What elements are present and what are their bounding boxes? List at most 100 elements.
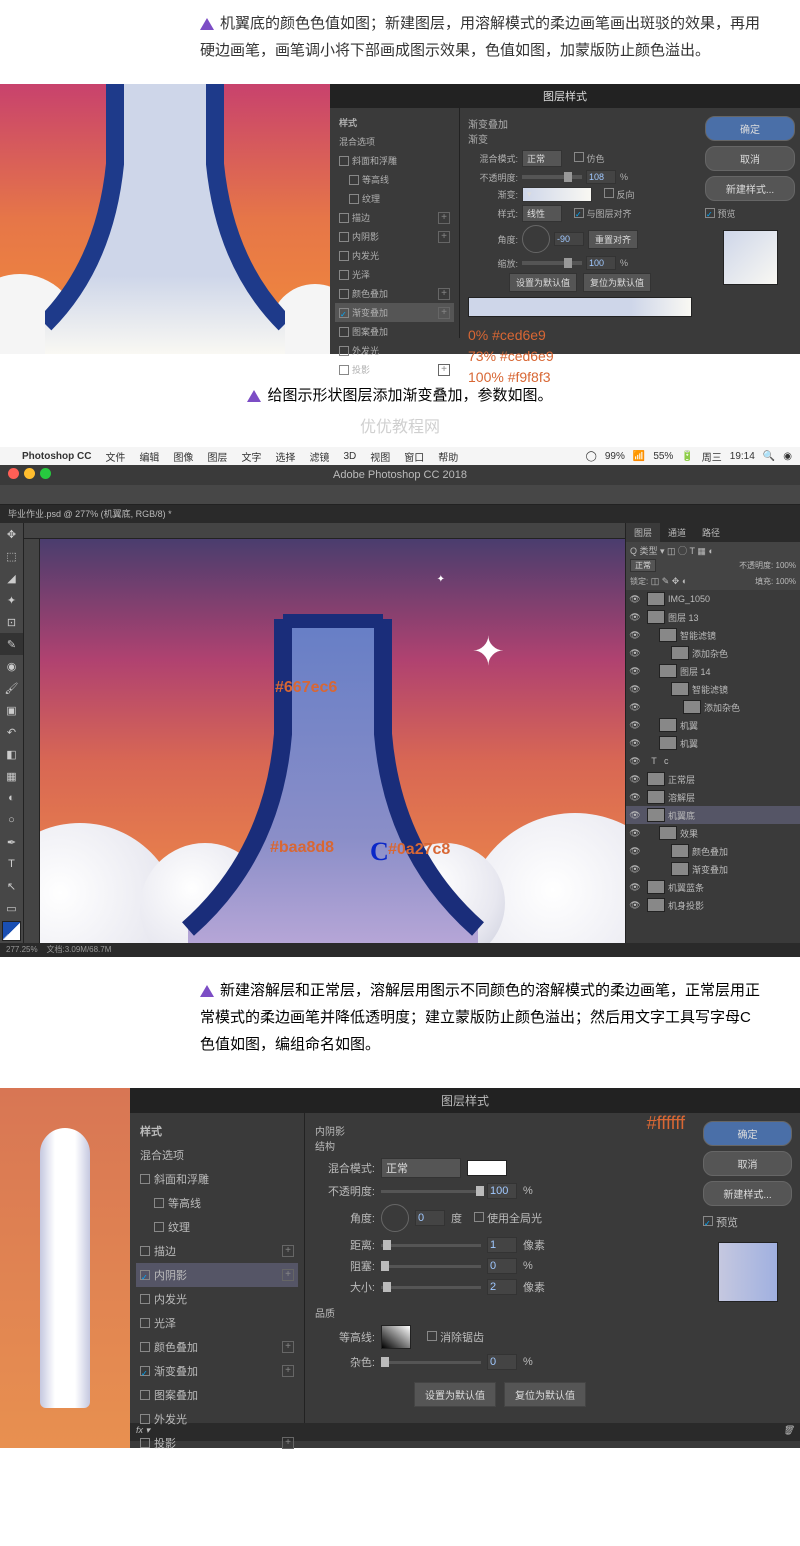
eyedropper-tool[interactable]: ✎	[0, 633, 23, 655]
style-texture[interactable]: 纹理	[335, 189, 454, 208]
wand-tool[interactable]: ✦	[0, 589, 23, 611]
visibility-icon[interactable]: 👁	[629, 864, 641, 875]
siri-icon[interactable]: ◉	[783, 451, 792, 462]
noise-slider[interactable]	[381, 1361, 481, 1364]
cancel-button[interactable]: 取消	[703, 1151, 792, 1176]
color-swatch[interactable]	[2, 921, 21, 941]
style-inner-shadow[interactable]: 内阴影+	[136, 1263, 298, 1287]
visibility-icon[interactable]: 👁	[629, 684, 641, 695]
visibility-icon[interactable]: 👁	[629, 756, 641, 767]
menu-view[interactable]: 视图	[370, 449, 390, 464]
style-bevel[interactable]: 斜面和浮雕	[335, 151, 454, 170]
healing-tool[interactable]: ◉	[0, 655, 23, 677]
style-color-overlay[interactable]: 颜色叠加+	[335, 284, 454, 303]
layer-row[interactable]: 👁图层 14	[626, 662, 800, 680]
new-style-button[interactable]: 新建样式...	[703, 1181, 792, 1206]
align-checkbox[interactable]	[574, 208, 584, 218]
menu-type[interactable]: 文字	[241, 449, 261, 464]
document-tab[interactable]: 毕业作业.psd @ 277% (机翼底, RGB/8) *	[0, 505, 800, 523]
style-contour[interactable]: 等高线	[136, 1191, 298, 1215]
layer-row[interactable]: 👁颜色叠加	[626, 842, 800, 860]
layer-row[interactable]: 👁渐变叠加	[626, 860, 800, 878]
style-gradient-overlay[interactable]: 渐变叠加+	[335, 303, 454, 322]
style-satin[interactable]: 光泽	[136, 1311, 298, 1335]
plus-icon[interactable]: +	[438, 307, 450, 319]
close-icon[interactable]	[8, 468, 19, 479]
plus-icon[interactable]: +	[438, 288, 450, 300]
blend-mode-select[interactable]: 正常	[381, 1158, 461, 1178]
style-pattern-overlay[interactable]: 图案叠加	[335, 322, 454, 341]
layer-row[interactable]: 👁智能滤镜	[626, 626, 800, 644]
scale-slider[interactable]	[522, 261, 582, 265]
visibility-icon[interactable]: 👁	[629, 594, 641, 605]
plus-icon[interactable]: +	[438, 231, 450, 243]
ok-button[interactable]: 确定	[705, 116, 795, 141]
blur-tool[interactable]: ◐	[0, 787, 23, 809]
layer-row[interactable]: 👁Tc	[626, 752, 800, 770]
brush-tool[interactable]: 🖌	[0, 677, 23, 699]
angle-field[interactable]: -90	[554, 232, 584, 246]
lasso-tool[interactable]: ◢	[0, 567, 23, 589]
new-style-button[interactable]: 新建样式...	[705, 176, 795, 201]
angle-dial[interactable]	[522, 225, 550, 253]
reset-align-button[interactable]: 重置对齐	[588, 230, 638, 249]
global-light-checkbox[interactable]	[474, 1212, 484, 1222]
style-inner-glow[interactable]: 内发光	[136, 1287, 298, 1311]
anti-alias-checkbox[interactable]	[427, 1331, 437, 1341]
opacity-field[interactable]: 108	[586, 170, 616, 184]
ok-button[interactable]: 确定	[703, 1121, 792, 1146]
menu-image[interactable]: 图像	[173, 449, 193, 464]
menu-layer[interactable]: 图层	[207, 449, 227, 464]
layer-row[interactable]: 👁效果	[626, 824, 800, 842]
plus-icon[interactable]: +	[282, 1365, 294, 1377]
opacity-slider[interactable]	[381, 1190, 481, 1193]
style-inner-glow[interactable]: 内发光	[335, 246, 454, 265]
style-outer-glow[interactable]: 外发光	[335, 341, 454, 360]
set-default-button[interactable]: 设置为默认值	[509, 273, 577, 292]
visibility-icon[interactable]: 👁	[629, 810, 641, 821]
angle-field[interactable]: 0	[415, 1210, 445, 1226]
style-drop-shadow[interactable]: 投影+	[136, 1431, 298, 1455]
visibility-icon[interactable]: 👁	[629, 774, 641, 785]
noise-field[interactable]: 0	[487, 1354, 517, 1370]
shadow-color-swatch[interactable]	[467, 1160, 507, 1176]
tab-paths[interactable]: 路径	[694, 523, 728, 542]
layer-row[interactable]: 👁IMG_1050	[626, 590, 800, 608]
blend-mode-select[interactable]: 正常	[522, 150, 562, 167]
dodge-tool[interactable]: ○	[0, 809, 23, 831]
preview-checkbox[interactable]	[705, 208, 715, 218]
style-outer-glow[interactable]: 外发光	[136, 1407, 298, 1431]
layer-row[interactable]: 👁机翼底	[626, 806, 800, 824]
style-bevel[interactable]: 斜面和浮雕	[136, 1167, 298, 1191]
visibility-icon[interactable]: 👁	[629, 846, 641, 857]
visibility-icon[interactable]: 👁	[629, 792, 641, 803]
zoom-level[interactable]: 277.25%	[6, 945, 38, 954]
gradient-editor[interactable]	[468, 297, 692, 317]
layer-row[interactable]: 👁添加杂色	[626, 698, 800, 716]
options-bar[interactable]	[0, 485, 800, 505]
gradient-picker[interactable]: ▾	[522, 187, 592, 202]
reset-default-button[interactable]: 复位为默认值	[583, 273, 651, 292]
layer-row[interactable]: 👁机翼蓝条	[626, 878, 800, 896]
style-select[interactable]: 线性	[522, 205, 562, 222]
visibility-icon[interactable]: 👁	[629, 648, 641, 659]
visibility-icon[interactable]: 👁	[629, 630, 641, 641]
size-slider[interactable]	[381, 1286, 481, 1289]
search-icon[interactable]: 🔍	[763, 451, 775, 462]
contour-picker[interactable]	[381, 1325, 411, 1349]
menu-select[interactable]: 选择	[275, 449, 295, 464]
crop-tool[interactable]: ⊡	[0, 611, 23, 633]
style-gradient-overlay[interactable]: 渐变叠加+	[136, 1359, 298, 1383]
layer-row[interactable]: 👁机翼	[626, 716, 800, 734]
move-tool[interactable]: ✥	[0, 523, 23, 545]
angle-dial[interactable]	[381, 1204, 409, 1232]
distance-slider[interactable]	[381, 1244, 481, 1247]
style-stroke[interactable]: 描边+	[136, 1239, 298, 1263]
cancel-button[interactable]: 取消	[705, 146, 795, 171]
layer-blend-select[interactable]: 正常	[630, 559, 656, 572]
visibility-icon[interactable]: 👁	[629, 738, 641, 749]
style-satin[interactable]: 光泽	[335, 265, 454, 284]
type-tool[interactable]: T	[0, 853, 23, 875]
layer-filter-bar[interactable]: Q 类型 ▾ ◫ ◯ T ▦ ◐	[626, 542, 800, 558]
set-default-button[interactable]: 设置为默认值	[414, 1382, 496, 1407]
